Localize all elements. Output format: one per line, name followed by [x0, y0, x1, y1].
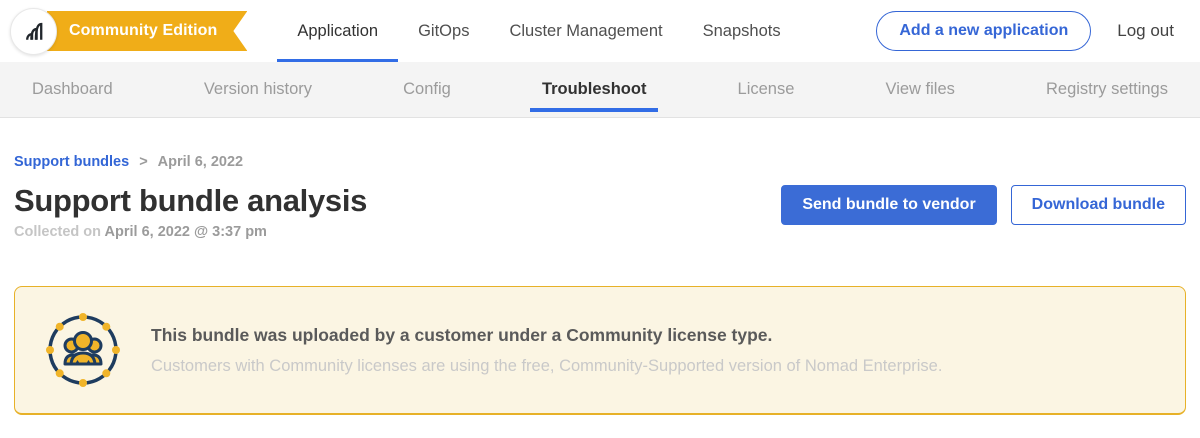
top-nav-item-snapshots[interactable]: Snapshots: [683, 0, 801, 62]
alert-text: This bundle was uploaded by a customer u…: [151, 325, 942, 376]
subnav-item-registry-settings[interactable]: Registry settings: [1044, 62, 1170, 117]
page-title: Support bundle analysis: [14, 183, 367, 219]
subnav-item-troubleshoot[interactable]: Troubleshoot: [540, 62, 649, 117]
add-new-application-button[interactable]: Add a new application: [876, 11, 1091, 51]
breadcrumb: Support bundles > April 6, 2022: [14, 154, 1186, 170]
collected-value: April 6, 2022 @ 3:37 pm: [105, 224, 267, 240]
main-content: Support bundles > April 6, 2022 Support …: [0, 118, 1200, 415]
collected-prefix: Collected on: [14, 224, 101, 240]
subnav-item-config[interactable]: Config: [401, 62, 453, 117]
community-edition-badge: Community Edition: [47, 11, 247, 51]
top-nav: Application GitOps Cluster Management Sn…: [277, 0, 800, 62]
bundle-actions: Send bundle to vendor Download bundle: [781, 183, 1186, 225]
breadcrumb-separator: >: [139, 154, 147, 170]
community-license-alert: This bundle was uploaded by a customer u…: [14, 286, 1186, 415]
top-nav-item-application[interactable]: Application: [277, 0, 398, 62]
alert-description: Customers with Community licenses are us…: [151, 357, 942, 376]
collected-timestamp: Collected on April 6, 2022 @ 3:37 pm: [14, 224, 367, 240]
breadcrumb-current: April 6, 2022: [158, 154, 243, 170]
logout-link[interactable]: Log out: [1117, 21, 1174, 41]
replicated-logo-icon[interactable]: [10, 8, 57, 55]
download-bundle-button[interactable]: Download bundle: [1011, 185, 1186, 225]
title-block: Support bundle analysis Collected on Apr…: [14, 183, 367, 240]
alert-title: This bundle was uploaded by a customer u…: [151, 325, 942, 346]
breadcrumb-support-bundles-link[interactable]: Support bundles: [14, 154, 129, 170]
app-subnav: Dashboard Version history Config Trouble…: [0, 62, 1200, 118]
brand: Community Edition: [10, 8, 247, 55]
community-people-icon: [45, 312, 121, 388]
title-row: Support bundle analysis Collected on Apr…: [14, 183, 1186, 240]
subnav-item-view-files[interactable]: View files: [884, 62, 957, 117]
top-nav-item-cluster-management[interactable]: Cluster Management: [489, 0, 682, 62]
top-header: Community Edition Application GitOps Clu…: [0, 0, 1200, 62]
send-bundle-to-vendor-button[interactable]: Send bundle to vendor: [781, 185, 996, 225]
subnav-item-version-history[interactable]: Version history: [202, 62, 314, 117]
subnav-item-license[interactable]: License: [736, 62, 797, 117]
subnav-item-dashboard[interactable]: Dashboard: [30, 62, 115, 117]
header-right: Add a new application Log out: [876, 11, 1174, 51]
top-nav-item-gitops[interactable]: GitOps: [398, 0, 489, 62]
